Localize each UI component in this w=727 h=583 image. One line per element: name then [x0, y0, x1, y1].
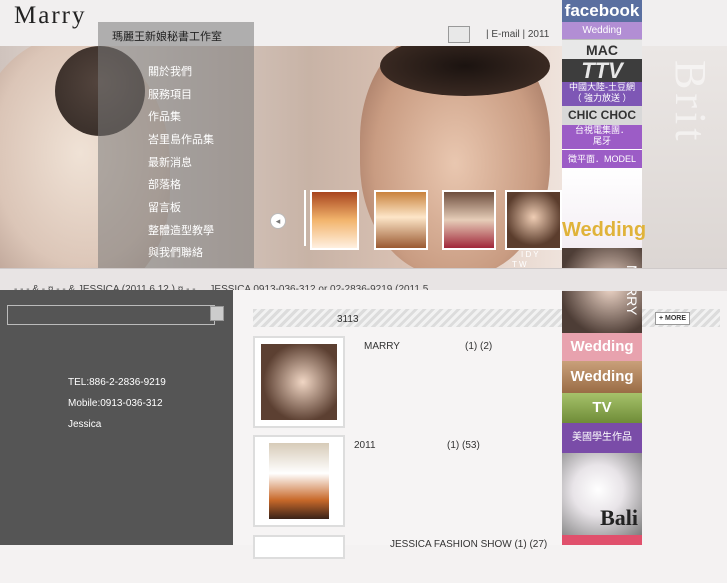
- search-button[interactable]: [210, 306, 224, 321]
- contact-mobile: Mobile:0913-036-312: [68, 398, 163, 409]
- chicchoc-badge[interactable]: CHIC CHOC: [562, 106, 642, 125]
- wedding-big-badge[interactable]: Wedding: [562, 168, 646, 248]
- student-works-badge[interactable]: 美國學生作品: [562, 423, 642, 453]
- menu-guestbook[interactable]: 留言板: [148, 199, 181, 215]
- menu-contact[interactable]: 與我們聯絡: [148, 244, 203, 260]
- top-nav-links[interactable]: | E-mail | 2011: [486, 29, 549, 40]
- news-count: 3113: [337, 314, 359, 325]
- taiwan-tv-badge[interactable]: 台視電集團． 尾牙: [562, 125, 642, 149]
- bottom-badge[interactable]: [562, 535, 642, 545]
- contact-tel: TEL:886-2-2836-9219: [68, 377, 166, 388]
- post-count-1: (1) (2): [465, 341, 493, 352]
- more-button[interactable]: + MORE: [655, 312, 690, 325]
- wedding-badge-1[interactable]: Wedding: [562, 22, 642, 39]
- top-search-box[interactable]: [448, 26, 470, 43]
- news-header-bar: [253, 309, 562, 327]
- wedding-badge-2[interactable]: Wedding: [562, 333, 642, 361]
- thumb-caption: I D Y: [521, 250, 539, 259]
- gallery-thumb-1[interactable]: [310, 190, 359, 250]
- gallery-prev-arrow[interactable]: ◂: [270, 213, 286, 229]
- post-count-2: (1) (53): [447, 440, 480, 451]
- gallery-thumb-4[interactable]: I D Y: [505, 190, 562, 259]
- site-logo[interactable]: Marry: [14, 2, 86, 30]
- menu-styling-lessons[interactable]: 整體造型教學: [148, 222, 214, 238]
- thumb-edge: [304, 190, 306, 246]
- post-thumb-3[interactable]: [253, 535, 345, 559]
- menu-portfolio[interactable]: 作品集: [148, 108, 181, 124]
- ttv-badge[interactable]: TTV: [562, 59, 642, 82]
- tv-badge[interactable]: TV: [562, 393, 642, 423]
- left-panel: [0, 290, 233, 545]
- menu-services[interactable]: 服務項目: [148, 86, 192, 102]
- search-input[interactable]: [7, 305, 215, 325]
- post-thumb-1[interactable]: [253, 336, 345, 428]
- bali-badge[interactable]: Bali: [562, 453, 642, 535]
- gallery-thumb-2[interactable]: [374, 190, 428, 250]
- model-badge[interactable]: 徵平面．MODEL: [562, 149, 642, 169]
- gallery-thumb-3[interactable]: [442, 190, 496, 250]
- hero-deco-text: Brit: [666, 60, 715, 145]
- mac-badge[interactable]: MAC: [562, 39, 642, 60]
- china-video-badge[interactable]: 中國大陸-土豆網 （ 強力放送 ）: [562, 82, 642, 106]
- contact-name: Jessica: [68, 419, 102, 430]
- post-title-2[interactable]: 2011: [354, 440, 376, 451]
- facebook-badge[interactable]: facebook: [562, 0, 642, 22]
- menu-about[interactable]: 關於我們: [148, 63, 192, 79]
- menu-bali-portfolio[interactable]: 峇里島作品集: [148, 131, 214, 147]
- menu-blog[interactable]: 部落格: [148, 176, 181, 192]
- menu-news[interactable]: 最新消息: [148, 154, 192, 170]
- post-thumb-2[interactable]: [253, 435, 345, 527]
- studio-title: 瑪麗王新娘秘書工作室: [112, 31, 222, 43]
- post-title-1[interactable]: MARRY: [364, 341, 400, 352]
- wedding-badge-3[interactable]: Wedding: [562, 361, 642, 393]
